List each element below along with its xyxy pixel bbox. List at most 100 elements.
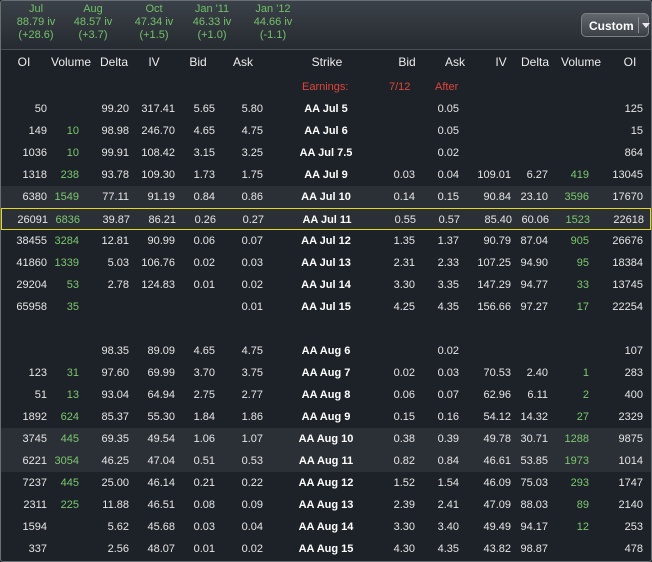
option-chain-window: Jul 88.79 iv (+28.6) Aug 48.57 iv (+3.7) Oct 47…	[0, 0, 652, 562]
column-header[interactable]: Ask	[441, 51, 469, 73]
column-header[interactable]: OI	[9, 51, 39, 73]
table-cell: 107	[624, 345, 643, 357]
table-cell: 2.40	[526, 367, 548, 379]
table-row[interactable]: 50 99.20 317.41 5.65 5.80 AA Jul 5 0.05 125	[1, 98, 651, 120]
table-cell: 60.06	[521, 214, 549, 226]
table-row[interactable]: 2311 225 11.88 46.51 0.08 0.09 AA Aug 13 2.39 2.…	[1, 494, 651, 516]
column-header[interactable]: Strike	[299, 51, 355, 73]
strike-cell: AA Aug 8	[301, 389, 351, 401]
table-cell: 13	[66, 389, 79, 401]
table-cell: 39.87	[102, 214, 130, 226]
table-cell: 9875	[618, 433, 643, 445]
table-row[interactable]: 26091 6836 39.87 86.21 0.26 0.27 AA Jul 11 0.55…	[1, 208, 651, 230]
strike-cell: AA Jul 5	[304, 103, 348, 115]
table-cell: 46.09	[483, 477, 511, 489]
table-cell: 22618	[613, 214, 644, 226]
column-header[interactable]: Bid	[185, 51, 211, 73]
table-cell: 2	[582, 389, 589, 401]
table-cell: 0.08	[193, 499, 215, 511]
earnings-date: 7/12	[389, 81, 411, 93]
table-cell: 478	[624, 543, 643, 555]
table-cell: 54.12	[483, 411, 511, 423]
table-cell: 91.19	[147, 191, 175, 203]
table-row[interactable]: 29204 53 2.78 124.83 0.01 0.02 AA Jul 14 3.30 3.…	[1, 274, 651, 296]
strike-cell: AA Aug 14	[298, 521, 354, 533]
column-header[interactable]: Bid	[393, 51, 421, 73]
month-tab-3[interactable]: Jan '11 46.33 iv (+1.0)	[177, 3, 247, 42]
month-tab-1[interactable]: Aug 48.57 iv (+3.7)	[58, 3, 128, 42]
table-row[interactable]: 51 13 93.04 64.94 2.75 2.77 AA Aug 8 0.06 0.07 62…	[1, 384, 651, 406]
strike-cell: AA Jul 14	[301, 279, 351, 291]
strike-cell: AA Aug 9	[301, 411, 351, 423]
table-cell: 43.82	[483, 543, 511, 555]
table-cell: 149	[28, 125, 47, 137]
table-cell: 2.31	[393, 257, 415, 269]
table-cell: 337	[28, 543, 47, 555]
table-cell: 0.07	[437, 389, 459, 401]
table-cell: 1523	[565, 214, 590, 226]
table-row[interactable]: 98.35 89.09 4.65 4.75 AA Aug 6 0.02 107	[1, 340, 651, 362]
table-cell: 2.75	[193, 389, 215, 401]
dropdown-separator	[638, 17, 639, 33]
table-row[interactable]: 65958 35 0.01 AA Jul 15 4.25 4.35 156.66 97.27 1…	[1, 296, 651, 318]
table-row[interactable]: 337 2.56 48.07 0.01 0.02 AA Aug 15 4.30 4.35 43.…	[1, 538, 651, 560]
strike-cell: AA Aug 7	[301, 367, 351, 379]
table-cell: 0.38	[393, 433, 415, 445]
table-cell: 94.90	[520, 257, 548, 269]
table-cell: 75.03	[520, 477, 548, 489]
column-header[interactable]: OI	[617, 51, 643, 73]
table-cell: 86.21	[148, 214, 176, 226]
strike-cell: AA Jul 12	[301, 235, 351, 247]
month-iv-change: (+3.7)	[78, 29, 108, 41]
table-cell: 5.62	[107, 521, 129, 533]
table-cell: 253	[624, 521, 643, 533]
table-cell: 3.40	[437, 521, 459, 533]
column-header[interactable]: Delta	[97, 51, 131, 73]
table-cell: 0.01	[193, 279, 215, 291]
table-cell: 0.01	[241, 301, 263, 313]
table-row[interactable]: 7237 445 25.00 46.14 0.21 0.22 AA Aug 12 1.52 1.…	[1, 472, 651, 494]
table-cell: 864	[624, 147, 643, 159]
table-row[interactable]: 1318 238 93.78 109.30 1.73 1.75 AA Jul 9 0.03 0.…	[1, 164, 651, 186]
table-row[interactable]: 41860 1339 5.03 106.76 0.02 0.03 AA Jul 13 2.31…	[1, 252, 651, 274]
strike-cell: AA Aug 15	[298, 543, 354, 555]
table-row[interactable]: 1892 624 85.37 55.30 1.84 1.86 AA Aug 9 0.15 0.1…	[1, 406, 651, 428]
table-cell: 12	[576, 521, 589, 533]
table-cell: 0.07	[241, 235, 263, 247]
table-row[interactable]: 38455 3284 12.81 90.99 0.06 0.07 AA Jul 12 1.35…	[1, 230, 651, 252]
table-row[interactable]: 6380 1549 77.11 91.19 0.84 0.86 AA Jul 10 0.14 0…	[1, 186, 651, 208]
table-row[interactable]: 6221 3054 46.25 47.04 0.51 0.53 AA Aug 11 0.82 0…	[1, 450, 651, 472]
table-cell: 107.25	[477, 257, 511, 269]
table-row[interactable]: 3745 445 69.35 49.54 1.06 1.07 AA Aug 10 0.38 0.…	[1, 428, 651, 450]
table-cell: 1014	[618, 455, 643, 467]
column-header[interactable]: IV	[141, 51, 167, 73]
month-iv-change: (-1.1)	[259, 29, 287, 41]
table-cell: 49.78	[483, 433, 511, 445]
table-row[interactable]: 1036 10 99.91 108.42 3.15 3.25 AA Jul 7.5 0.02 8…	[1, 142, 651, 164]
table-cell: 0.55	[394, 214, 416, 226]
table-cell: 88.03	[520, 499, 548, 511]
table-cell: 0.02	[241, 279, 263, 291]
table-cell: 46.51	[147, 499, 175, 511]
month-tab-4[interactable]: Jan '12 44.66 iv (-1.1)	[238, 3, 308, 42]
table-cell: 2311	[23, 499, 47, 511]
earnings-row: Earnings: 7/12 After	[1, 76, 651, 98]
table-row[interactable]: 1594 5.62 45.68 0.03 0.04 AA Aug 14 3.30 3.40 49…	[1, 516, 651, 538]
column-header[interactable]: Volume	[557, 51, 605, 73]
table-cell: 0.02	[193, 257, 215, 269]
table-row[interactable]: 149 10 98.98 246.70 4.65 4.75 AA Jul 6 0.05 15	[1, 120, 651, 142]
column-header[interactable]: IV	[489, 51, 513, 73]
table-cell: 12.81	[101, 235, 129, 247]
table-cell: 85.37	[101, 411, 129, 423]
column-header[interactable]: Volume	[49, 51, 93, 73]
table-row[interactable]: 123 31 97.60 69.99 3.70 3.75 AA Aug 7 0.02 0.03 7…	[1, 362, 651, 384]
strike-cell: AA Aug 6	[301, 345, 351, 357]
custom-dropdown-button[interactable]: Custom	[581, 13, 650, 37]
table-cell: 6380	[22, 191, 47, 203]
table-cell: 3.35	[437, 279, 459, 291]
table-cell: 4.35	[437, 301, 459, 313]
table-cell: 55.30	[147, 411, 175, 423]
column-header[interactable]: Delta	[519, 51, 551, 73]
column-header[interactable]: Ask	[231, 51, 255, 73]
strike-cell: AA Jul 11	[302, 214, 352, 226]
